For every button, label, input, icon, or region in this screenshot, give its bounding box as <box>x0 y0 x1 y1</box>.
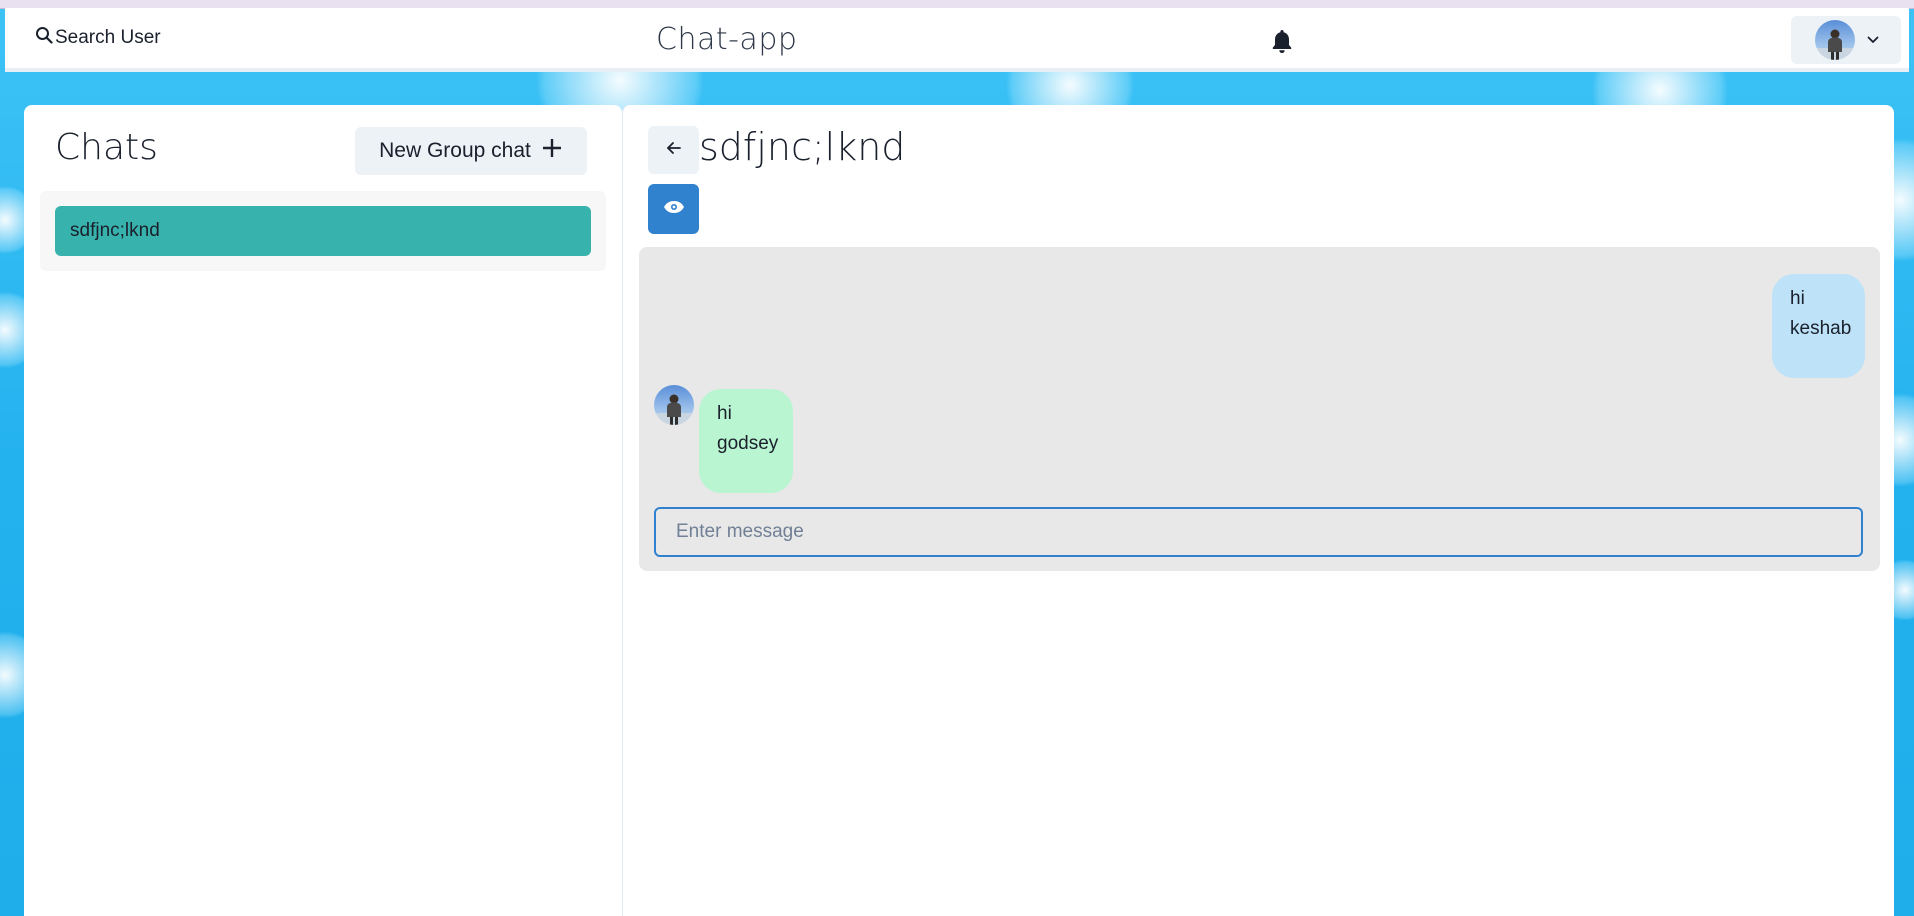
chat-list-item-name: sdfjnc;lknd <box>70 220 160 241</box>
view-profile-button[interactable] <box>648 184 699 234</box>
plus-icon <box>541 137 563 165</box>
chat-list-item[interactable]: sdfjnc;lknd <box>55 206 591 256</box>
message-bubble-outgoing: hi keshab <box>1772 274 1865 378</box>
chat-header-name: sdfjnc;lknd <box>699 125 906 169</box>
search-icon <box>35 26 53 49</box>
chats-title: Chats <box>55 127 158 168</box>
search-user-button[interactable]: Search User <box>35 26 161 49</box>
chevron-down-icon <box>1867 31 1879 49</box>
message-bubble-incoming: hi godsey <box>699 389 793 493</box>
top-header: Search User Chat-app <box>5 8 1909 72</box>
eye-icon <box>663 200 685 219</box>
arrow-left-icon <box>666 141 682 160</box>
profile-menu-button[interactable] <box>1791 16 1901 64</box>
new-group-chat-button[interactable]: New Group chat <box>355 127 587 175</box>
chat-list: sdfjnc;lknd <box>40 191 606 271</box>
single-chat-panel: sdfjnc;lknd hi keshab hi godsey <box>622 105 1894 916</box>
message-input[interactable] <box>654 507 1863 557</box>
my-chats-panel: Chats New Group chat sdfjnc;lknd <box>24 105 622 916</box>
bell-icon[interactable] <box>1270 28 1294 59</box>
messages-area: hi keshab hi godsey <box>639 247 1880 571</box>
back-button[interactable] <box>648 126 699 174</box>
search-user-label: Search User <box>55 26 161 48</box>
avatar <box>1815 20 1855 60</box>
app-title: Chat-app <box>656 22 798 57</box>
new-group-chat-label: New Group chat <box>379 139 531 162</box>
sender-avatar[interactable] <box>654 385 694 425</box>
